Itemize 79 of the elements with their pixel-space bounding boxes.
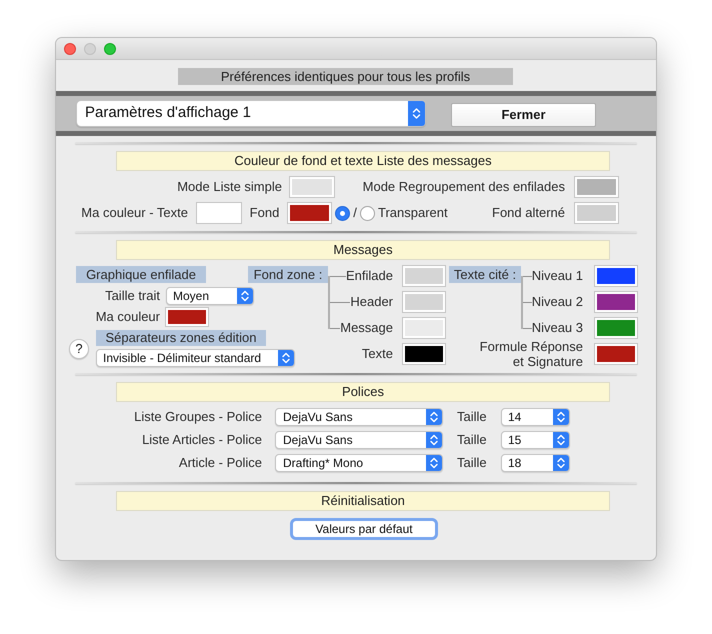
field-label: Texte xyxy=(362,345,393,364)
field-label: Taille xyxy=(457,454,488,472)
color-swatch[interactable] xyxy=(290,177,334,197)
close-button[interactable]: Fermer xyxy=(451,103,596,127)
field-label: Mode Regroupement des enfilades xyxy=(362,178,565,196)
color-swatch[interactable] xyxy=(403,266,445,286)
field-label: Fond alterné xyxy=(492,204,565,222)
group-label: Graphique enfilade xyxy=(76,266,206,283)
bracket-line xyxy=(328,276,330,329)
chevron-up-down-icon xyxy=(408,101,425,126)
radio-button[interactable] xyxy=(335,206,350,220)
chevron-up-down-icon xyxy=(426,455,442,471)
color-swatch[interactable] xyxy=(403,292,445,312)
profile-notice: Préférences identiques pour tous les profils xyxy=(178,68,513,85)
color-swatch[interactable] xyxy=(595,344,637,364)
color-swatch[interactable] xyxy=(595,266,637,286)
radio-button[interactable] xyxy=(360,206,375,220)
default-values-button[interactable]: Valeurs par défaut xyxy=(290,518,438,540)
connector-line xyxy=(330,328,340,329)
chevron-up-down-icon xyxy=(237,288,253,304)
field-label: Niveau 1 xyxy=(532,267,583,285)
zoom-icon[interactable] xyxy=(104,42,116,54)
section-title: Polices xyxy=(116,382,610,402)
field-label: Header xyxy=(350,293,393,311)
dropdown[interactable]: DejaVu Sans xyxy=(275,408,443,426)
section-title: Réinitialisation xyxy=(116,491,610,511)
dropdown[interactable]: 18 xyxy=(501,454,570,472)
help-button[interactable]: ? xyxy=(69,338,89,358)
close-icon[interactable] xyxy=(64,42,76,54)
group-label: Séparateurs zones édition xyxy=(96,330,266,346)
chevron-up-down-icon xyxy=(426,432,442,448)
field-label: Mode Liste simple xyxy=(177,178,282,196)
option-label: Transparent xyxy=(378,204,448,222)
color-swatch[interactable] xyxy=(575,177,618,197)
color-swatch[interactable] xyxy=(575,203,618,223)
chevron-up-down-icon xyxy=(553,455,569,471)
connector-line xyxy=(523,276,532,277)
group-label: Texte cité : xyxy=(449,266,521,283)
connector-line xyxy=(330,276,346,277)
field-label: Taille xyxy=(457,408,488,426)
color-swatch[interactable] xyxy=(595,318,637,338)
field-label: Niveau 2 xyxy=(532,293,583,311)
field-label: Ma couleur - Texte xyxy=(81,204,188,222)
field-label: Formule Réponse et Signature xyxy=(478,339,583,369)
field-label: Taille xyxy=(457,431,488,450)
connector-line xyxy=(523,302,532,303)
field-label: Article - Police xyxy=(178,454,262,472)
separator-text: / xyxy=(353,204,357,222)
chevron-up-down-icon xyxy=(553,432,569,448)
color-swatch[interactable] xyxy=(288,203,331,223)
chevron-up-down-icon xyxy=(426,409,442,425)
field-label: Message xyxy=(340,319,393,337)
section-title: Couleur de fond et texte Liste des messages xyxy=(116,151,610,171)
color-swatch[interactable] xyxy=(403,344,445,364)
connector-line xyxy=(330,302,350,303)
dropdown[interactable]: Paramètres d'affichage 1 xyxy=(76,100,426,127)
dropdown[interactable]: Drafting* Mono xyxy=(275,454,443,472)
field-label: Liste Groupes - Police xyxy=(134,408,262,426)
field-label: Enfilade xyxy=(346,267,393,285)
dropdown[interactable]: Moyen xyxy=(166,287,254,305)
field-label: Fond xyxy=(250,204,280,222)
section-title: Messages xyxy=(116,240,610,260)
dropdown[interactable]: DejaVu Sans xyxy=(275,431,443,449)
chevron-up-down-icon xyxy=(553,409,569,425)
field-label: Liste Articles - Police xyxy=(142,431,262,450)
dropdown[interactable]: 14 xyxy=(501,408,570,426)
color-swatch[interactable] xyxy=(197,203,241,223)
group-label: Fond zone : xyxy=(248,266,328,283)
field-label: Ma couleur xyxy=(96,308,160,326)
dropdown[interactable]: 15 xyxy=(501,431,570,449)
color-swatch[interactable] xyxy=(403,318,445,338)
dropdown[interactable]: Invisible - Délimiteur standard xyxy=(96,349,295,367)
bracket-line xyxy=(521,276,523,329)
field-label: Taille trait xyxy=(105,287,160,306)
color-swatch[interactable] xyxy=(595,292,637,312)
connector-line xyxy=(523,328,532,329)
color-swatch[interactable] xyxy=(166,308,208,326)
chevron-up-down-icon xyxy=(278,350,294,366)
field-label: Niveau 3 xyxy=(532,319,583,337)
